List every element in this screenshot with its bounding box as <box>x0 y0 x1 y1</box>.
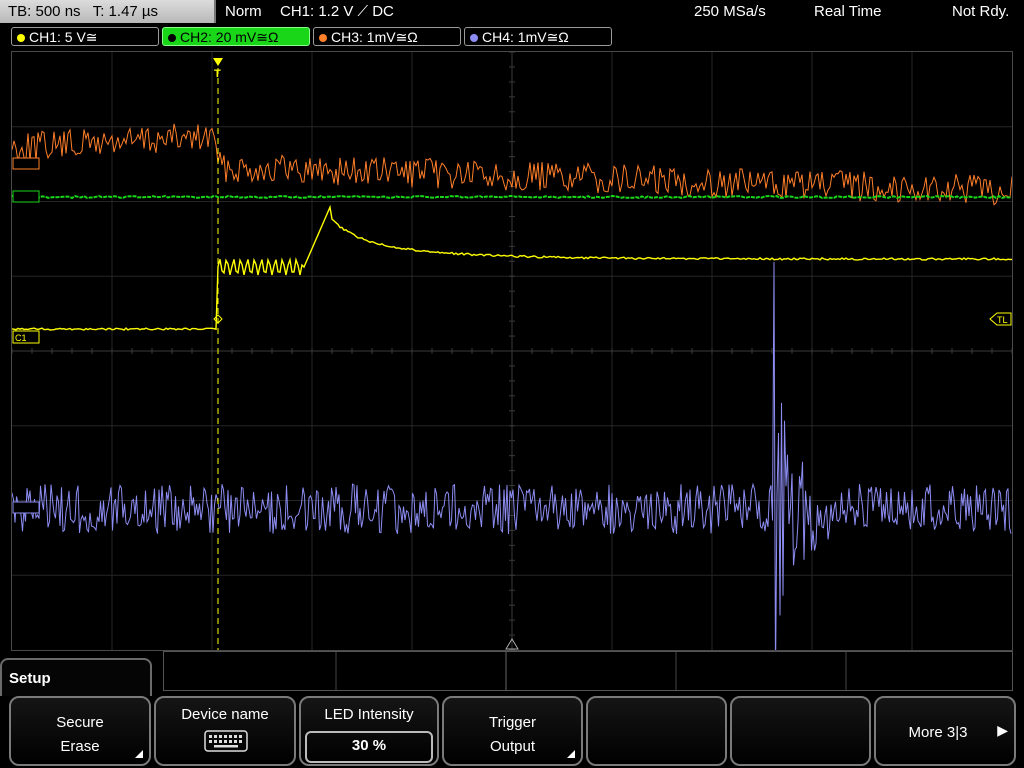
empty-softkey-5[interactable] <box>586 696 727 766</box>
ch1-marker-label: C1 <box>15 333 27 343</box>
ch2-color-dot <box>168 34 176 42</box>
channel-label: CH3: 1mV≅Ω <box>331 29 418 45</box>
time-offset-value: T: 1.47 µs <box>92 3 159 20</box>
ch2-ground-marker <box>12 190 40 203</box>
ch3-color-dot <box>319 34 327 42</box>
sample-rate: 250 MSa/s <box>694 3 766 20</box>
trigger-offset-icon <box>505 638 519 650</box>
graticule-grid <box>12 52 1012 650</box>
softkey-label: LED Intensity <box>324 706 414 723</box>
ch1-ground-marker: C1 <box>12 330 40 344</box>
ch4-ground-marker <box>12 501 40 514</box>
ch3-ground-marker <box>12 157 40 170</box>
softkey-label-line2: Erase <box>60 738 100 755</box>
menu-title: Setup <box>9 670 51 687</box>
next-page-arrow-icon: ▶ <box>997 722 1008 738</box>
more-menu-button[interactable]: More 3|3 ▶ <box>874 696 1016 766</box>
submenu-indicator-icon <box>567 750 575 758</box>
channel-tab-ch4[interactable]: CH4: 1mV≅Ω <box>464 27 612 46</box>
acquisition-state: Not Rdy. <box>952 3 1010 20</box>
waveform-display[interactable]: T C1 TL <box>11 51 1013 651</box>
softkey-label: Trigger <box>489 714 536 731</box>
horizontal-overview-bar[interactable] <box>163 651 1013 691</box>
empty-softkey-6[interactable] <box>730 696 871 766</box>
channel-label: CH2: 20 mV≅Ω <box>180 29 279 45</box>
channel-tab-ch2[interactable]: CH2: 20 mV≅Ω <box>162 27 310 46</box>
ch1-color-dot <box>17 34 25 42</box>
softkey-label: Device name <box>181 706 269 723</box>
ch4-color-dot <box>470 34 478 42</box>
led-intensity-button[interactable]: LED Intensity 30 % <box>299 696 439 766</box>
channel-tab-ch1[interactable]: CH1: 5 V≅ <box>11 27 159 46</box>
menu-title-tab: Setup <box>0 658 152 696</box>
trigger-output-button[interactable]: Trigger Output <box>442 696 583 766</box>
softkey-label-line2: Output <box>489 738 536 755</box>
status-bar: TB: 500 ns T: 1.47 µs Norm CH1: 1.2 V ⟋ … <box>0 0 1024 24</box>
secure-erase-button[interactable]: Secure Erase <box>9 696 151 766</box>
softkey-label: More 3|3 <box>908 724 968 741</box>
submenu-indicator-icon <box>135 750 143 758</box>
trigger-info[interactable]: CH1: 1.2 V ⟋ DC <box>280 0 394 24</box>
trigger-position-icon <box>213 58 223 66</box>
acquisition-mode[interactable]: Real Time <box>814 0 882 24</box>
waveform-plot: T C1 TL <box>12 52 1012 650</box>
trigger-position-label: T <box>214 68 221 80</box>
trigger-mode[interactable]: Norm <box>225 0 262 24</box>
led-intensity-value[interactable]: 30 % <box>305 731 433 763</box>
trigger-level-label: TL <box>997 315 1008 325</box>
timebase-box[interactable]: TB: 500 ns T: 1.47 µs <box>0 0 216 23</box>
channel-tab-ch3[interactable]: CH3: 1mV≅Ω <box>313 27 461 46</box>
channel-label: CH4: 1mV≅Ω <box>482 29 569 45</box>
device-name-button[interactable]: Device name <box>154 696 296 766</box>
timebase-value: TB: 500 ns <box>8 3 81 20</box>
keyboard-icon <box>204 730 248 752</box>
softkey-label: Secure <box>56 714 104 731</box>
channel-label: CH1: 5 V≅ <box>29 29 98 45</box>
trigger-level-marker: TL <box>989 312 1012 326</box>
